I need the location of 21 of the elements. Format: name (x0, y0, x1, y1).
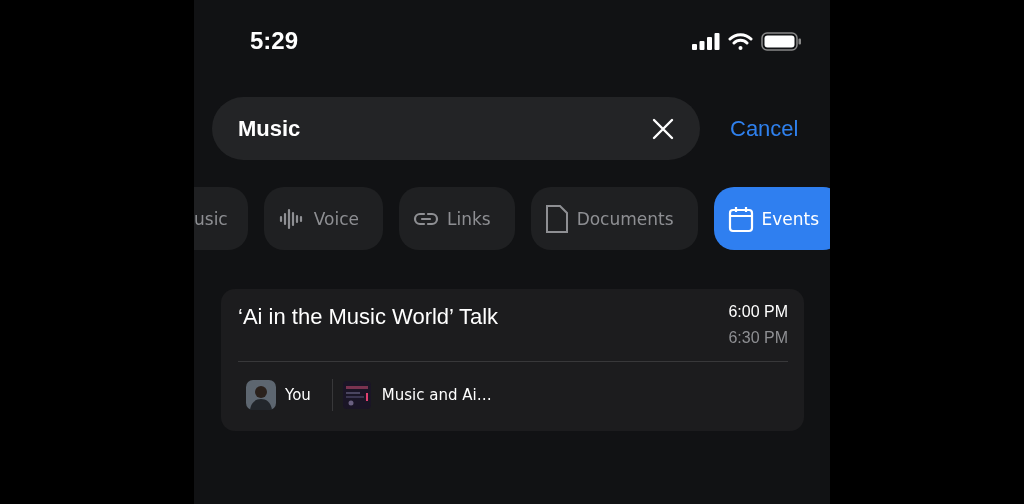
wifi-icon (728, 31, 753, 51)
signal-icon (692, 32, 720, 50)
end-time: 6:30 PM (728, 329, 788, 347)
document-icon (544, 203, 569, 234)
avatar-icon (246, 380, 276, 410)
attendee-name: You (285, 386, 311, 404)
status-time: 5:29 (250, 27, 299, 55)
filter-chip[interactable]: Voice (263, 187, 383, 250)
filter-chip[interactable]: Documents (530, 187, 698, 250)
event-card[interactable]: ‘Ai in the Music World’ Talk 6:00 PM 6:30 PM You Music and Ai… (221, 289, 804, 431)
battery-icon (761, 31, 802, 51)
filter-chip[interactable]: Links (398, 187, 515, 250)
filter-chip[interactable]: Events (713, 187, 830, 250)
filter-chip[interactable]: usic (194, 187, 248, 250)
event-title: ‘Ai in the Music World’ Talk (238, 304, 498, 331)
cancel-button[interactable]: Cancel (730, 115, 799, 142)
source-title: Music and Ai… (381, 386, 492, 404)
clear-icon[interactable] (652, 117, 674, 140)
search-field[interactable]: Music (212, 97, 700, 160)
start-time: 6:00 PM (728, 303, 788, 321)
calendar-icon (727, 204, 754, 233)
